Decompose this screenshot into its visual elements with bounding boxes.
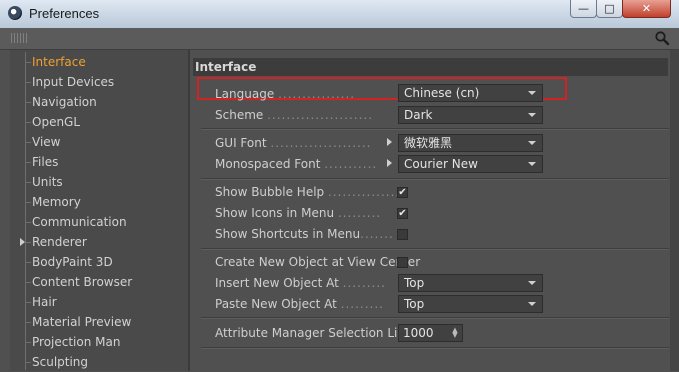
font-link-arrow-icon[interactable] [387,138,392,146]
language-label: Language ................ [215,87,356,101]
divider [201,317,669,319]
paste-new-object-label: Paste New Object At ......... [215,297,384,311]
sidebar-item-label: OpenGL [32,115,81,129]
sidebar-item-label: Input Devices [32,75,115,89]
chevron-down-icon [528,162,536,166]
settings-panel: Interface Language ................ Chin… [191,50,679,371]
sidebar-item-label: Memory [32,195,81,209]
sidebar-item-files[interactable]: Files [25,152,185,172]
sidebar-item-memory[interactable]: Memory [25,192,185,212]
sidebar-item-label: Sculpting [32,355,89,369]
language-dropdown[interactable]: Chinese (cn) [398,84,543,102]
monospaced-font-label: Monospaced Font ........... [215,157,378,171]
spinner-arrows-icon[interactable]: ▲ ▼ [452,327,458,339]
sidebar-item-label: Content Browser [32,275,133,289]
insert-new-object-dropdown[interactable]: Top [398,274,543,292]
window-title: Preferences [29,6,100,21]
toolbar [0,28,679,50]
show-shortcuts-in-menu-checkbox[interactable] [397,229,408,240]
sidebar-item-label: Renderer [32,235,87,249]
chevron-down-icon [528,281,536,285]
sidebar: Interface Input Devices Navigation OpenG… [10,50,190,371]
divider [201,178,669,180]
insert-new-object-value: Top [404,276,425,290]
scheme-value: Dark [404,108,433,122]
sidebar-item-label: Interface [32,55,86,69]
sidebar-item-label: Files [32,155,59,169]
sidebar-item-label: Projection Man [32,335,121,349]
sidebar-item-label: Hair [32,295,57,309]
title-bar: Preferences — □ ✕ [0,0,679,29]
selection-limit-input[interactable]: 1000 ▲ ▼ [398,324,463,342]
gui-font-dropdown[interactable]: 微软雅黑 [398,134,543,152]
sidebar-item-units[interactable]: Units [25,172,185,192]
scheme-dropdown[interactable]: Dark [398,106,543,124]
sidebar-item-label: View [32,135,61,149]
scheme-label: Scheme ...................... [215,108,374,122]
sidebar-item-sculpting[interactable]: Sculpting [25,352,185,372]
sidebar-item-interface[interactable]: Interface [25,52,185,72]
app-logo-icon [8,6,22,20]
chevron-down-icon [528,91,536,95]
create-new-object-label: Create New Object at View Center [215,255,421,269]
sidebar-item-content-browser[interactable]: Content Browser [25,272,185,292]
gui-font-label: GUI Font ..................... [215,136,372,150]
monospaced-font-value: Courier New [404,157,478,171]
sidebar-item-label: Units [32,175,63,189]
section-title: Interface [193,58,668,76]
divider [201,128,669,130]
gui-font-value: 微软雅黑 [404,136,453,150]
divider [201,347,669,349]
sidebar-item-view[interactable]: View [25,132,185,152]
paste-new-object-dropdown[interactable]: Top [398,295,543,313]
sidebar-item-label: Material Preview [32,315,132,329]
sidebar-item-hair[interactable]: Hair [25,292,185,312]
sidebar-item-bodypaint-3d[interactable]: BodyPaint 3D [25,252,185,272]
chevron-down-icon [528,302,536,306]
maximize-button[interactable]: □ [596,0,623,18]
sidebar-item-renderer[interactable]: Renderer [25,232,185,252]
sidebar-item-label: Navigation [32,95,97,109]
language-value: Chinese (cn) [404,86,480,100]
font-link-arrow-icon[interactable] [387,159,392,167]
show-icons-in-menu-label: Show Icons in Menu ......... [215,206,382,220]
show-bubble-help-checkbox[interactable]: ✔ [397,187,408,198]
selection-limit-value: 1000 [403,326,434,340]
minimize-button[interactable]: — [570,0,597,18]
drag-grip-icon[interactable] [11,33,27,43]
insert-new-object-label: Insert New Object At ......... [215,276,386,290]
show-shortcuts-in-menu-label: Show Shortcuts in Menu....... [215,227,394,241]
sidebar-item-communication[interactable]: Communication [25,212,185,232]
sidebar-item-navigation[interactable]: Navigation [25,92,185,112]
create-new-object-checkbox[interactable] [397,257,408,268]
panel-border [670,50,679,371]
show-icons-in-menu-checkbox[interactable]: ✔ [397,208,408,219]
show-bubble-help-label: Show Bubble Help ............... [215,185,401,199]
divider [201,248,669,250]
selection-limit-label: Attribute Manager Selection Limit [215,326,418,340]
sidebar-item-projection-man[interactable]: Projection Man [25,332,185,352]
chevron-down-icon [528,113,536,117]
chevron-down-icon [528,141,536,145]
sidebar-item-label: Communication [32,215,127,229]
monospaced-font-dropdown[interactable]: Courier New [398,155,543,173]
paste-new-object-value: Top [404,297,425,311]
sidebar-item-opengl[interactable]: OpenGL [25,112,185,132]
close-button[interactable]: ✕ [622,0,671,18]
sidebar-item-input-devices[interactable]: Input Devices [25,72,185,92]
sidebar-item-material-preview[interactable]: Material Preview [25,312,185,332]
search-icon[interactable] [654,30,670,46]
sidebar-item-label: BodyPaint 3D [32,255,113,269]
